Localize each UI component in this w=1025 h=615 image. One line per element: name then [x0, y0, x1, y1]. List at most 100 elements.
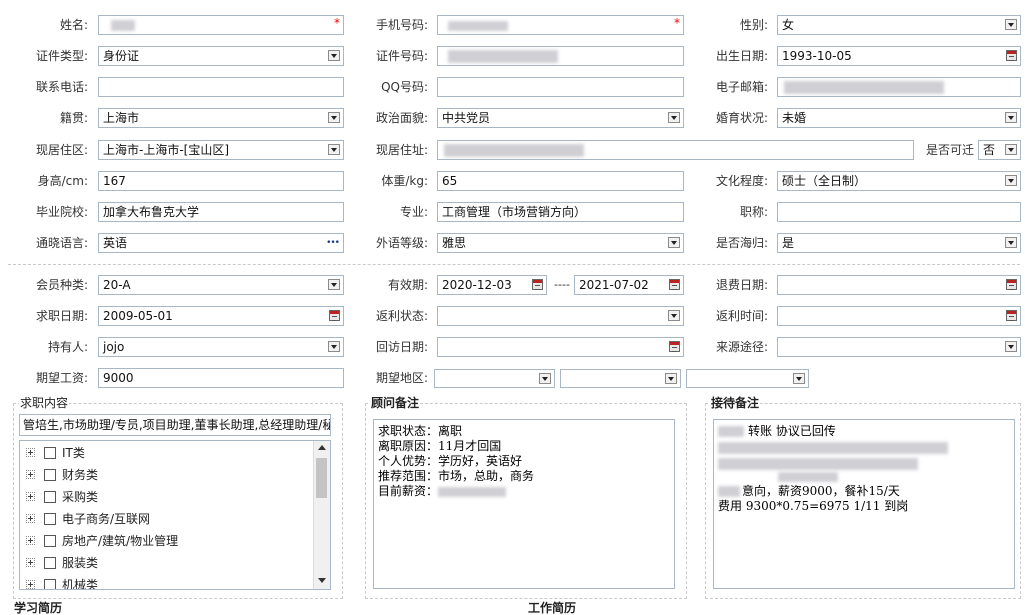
weight-input[interactable]: 65: [437, 171, 684, 191]
chevron-down-icon[interactable]: [328, 50, 340, 61]
school-input[interactable]: 加拿大布鲁克大学: [98, 202, 344, 222]
education-select[interactable]: 硕士（全日制）: [777, 171, 1021, 191]
chevron-down-icon[interactable]: [1005, 112, 1017, 123]
region-province-select[interactable]: [434, 369, 555, 388]
id-type-select[interactable]: 身份证: [98, 46, 344, 66]
tree-checkbox[interactable]: [44, 579, 56, 589]
chevron-down-icon[interactable]: [328, 279, 340, 290]
reception-notes-textarea[interactable]: 转账 协议已回传 意向，薪资9000，餐补15/天 费用 9300*0.75=6…: [713, 419, 1015, 589]
calendar-icon[interactable]: [669, 341, 680, 352]
qq-input[interactable]: [437, 77, 684, 97]
chevron-down-icon[interactable]: [1005, 237, 1017, 248]
tree-item[interactable]: IT类: [20, 444, 314, 462]
native-select[interactable]: 上海市: [98, 108, 344, 128]
salary-input[interactable]: 9000: [98, 368, 344, 388]
calendar-icon[interactable]: [669, 279, 680, 290]
expand-icon[interactable]: [26, 448, 35, 457]
section-divider: [8, 264, 1020, 265]
major-input[interactable]: 工商管理（市场营销方向）: [437, 202, 684, 222]
title-input[interactable]: [777, 202, 1021, 222]
marital-value: 未婚: [782, 111, 807, 125]
tree-checkbox[interactable]: [44, 513, 56, 525]
valid-to-input[interactable]: 2021-07-02: [574, 275, 684, 295]
tree-item[interactable]: 电子商务/互联网: [20, 510, 314, 528]
chevron-down-icon[interactable]: [668, 310, 680, 321]
more-options-icon[interactable]: •••: [326, 234, 340, 252]
advisor-notes-textarea[interactable]: 求职状态：离职 离职原因：11月才回国 个人优势：学历好，英语好 推荐范围：市场…: [373, 419, 675, 589]
tel-input[interactable]: [98, 77, 344, 97]
chevron-down-icon[interactable]: [539, 373, 551, 384]
chevron-down-icon[interactable]: [1005, 19, 1017, 30]
calendar-icon[interactable]: [1006, 279, 1017, 290]
scroll-up-icon[interactable]: [318, 445, 326, 450]
email-input[interactable]: [777, 77, 1021, 97]
residence-select[interactable]: 上海市-上海市-[宝山区]: [98, 140, 344, 160]
source-select[interactable]: [777, 337, 1021, 357]
political-select[interactable]: 中共党员: [437, 108, 684, 128]
tree-item[interactable]: 采购类: [20, 488, 314, 506]
phone-input[interactable]: *: [437, 15, 684, 35]
scroll-down-icon[interactable]: [318, 578, 326, 583]
chevron-down-icon[interactable]: [328, 112, 340, 123]
tree-checkbox[interactable]: [44, 491, 56, 503]
address-input[interactable]: [437, 140, 914, 160]
tree-checkbox[interactable]: [44, 447, 56, 459]
chevron-down-icon[interactable]: [668, 237, 680, 248]
expand-icon[interactable]: [26, 580, 35, 589]
note-line: 推荐范围：市场，总助，商务: [378, 469, 670, 484]
chevron-down-icon[interactable]: [1005, 175, 1017, 186]
lang-level-select[interactable]: 雅思: [437, 233, 684, 253]
language-input[interactable]: 英语 •••: [98, 233, 344, 253]
redacted-id: [448, 50, 558, 63]
tree-item[interactable]: 服装类: [20, 554, 314, 572]
region-city-select[interactable]: [560, 369, 681, 388]
expand-icon[interactable]: [26, 536, 35, 545]
note-line: 转账 协议已回传: [718, 424, 1010, 439]
marital-select[interactable]: 未婚: [777, 108, 1021, 128]
tree-item[interactable]: 机械类: [20, 576, 314, 589]
tree-checkbox[interactable]: [44, 557, 56, 569]
note-key: 求职状态：: [378, 424, 439, 438]
tree-item[interactable]: 房地产/建筑/物业管理: [20, 532, 314, 550]
job-summary-input[interactable]: 管培生,市场助理/专员,项目助理,董事长助理,总经理助理/秘: [19, 414, 331, 436]
chevron-down-icon[interactable]: [668, 112, 680, 123]
tree-checkbox[interactable]: [44, 469, 56, 481]
calendar-icon[interactable]: [329, 310, 340, 321]
chevron-down-icon[interactable]: [1005, 341, 1017, 352]
holder-select[interactable]: jojo: [98, 337, 344, 357]
expand-icon[interactable]: [26, 470, 35, 479]
expand-icon[interactable]: [26, 492, 35, 501]
apply-date-input[interactable]: 2009-05-01: [98, 306, 344, 326]
chevron-down-icon[interactable]: [793, 373, 805, 384]
chevron-down-icon[interactable]: [1005, 144, 1017, 155]
member-type-select[interactable]: 20-A: [98, 275, 344, 295]
study-resume-title: 学习简历: [14, 601, 63, 615]
scroll-thumb[interactable]: [316, 458, 327, 498]
region-district-select[interactable]: [686, 369, 809, 388]
id-number-input[interactable]: [437, 46, 684, 66]
gender-select[interactable]: 女: [777, 15, 1021, 35]
height-input[interactable]: 167: [98, 171, 344, 191]
native-label: 籍贯:: [59, 111, 88, 125]
calendar-icon[interactable]: [532, 279, 543, 290]
calendar-icon[interactable]: [1006, 310, 1017, 321]
chevron-down-icon[interactable]: [328, 144, 340, 155]
rebate-status-select[interactable]: [437, 306, 684, 326]
expand-icon[interactable]: [26, 514, 35, 523]
calendar-icon[interactable]: [1006, 50, 1017, 61]
vertical-scrollbar[interactable]: [313, 441, 330, 589]
chevron-down-icon[interactable]: [328, 341, 340, 352]
relocate-select[interactable]: 否: [978, 140, 1021, 160]
valid-from-input[interactable]: 2020-12-03: [437, 275, 547, 295]
birth-date-input[interactable]: 1993-10-05: [777, 46, 1021, 66]
visit-date-input[interactable]: [437, 337, 684, 357]
returnee-select[interactable]: 是: [777, 233, 1021, 253]
name-input[interactable]: *: [98, 15, 344, 35]
job-category-tree[interactable]: IT类 财务类 采购类 电子商务/互联网 房地产/建筑/物业管理 服装类 机械类: [19, 440, 331, 590]
tree-checkbox[interactable]: [44, 535, 56, 547]
refund-date-input[interactable]: [777, 275, 1021, 295]
rebate-time-input[interactable]: [777, 306, 1021, 326]
tree-item[interactable]: 财务类: [20, 466, 314, 484]
expand-icon[interactable]: [26, 558, 35, 567]
chevron-down-icon[interactable]: [665, 373, 677, 384]
